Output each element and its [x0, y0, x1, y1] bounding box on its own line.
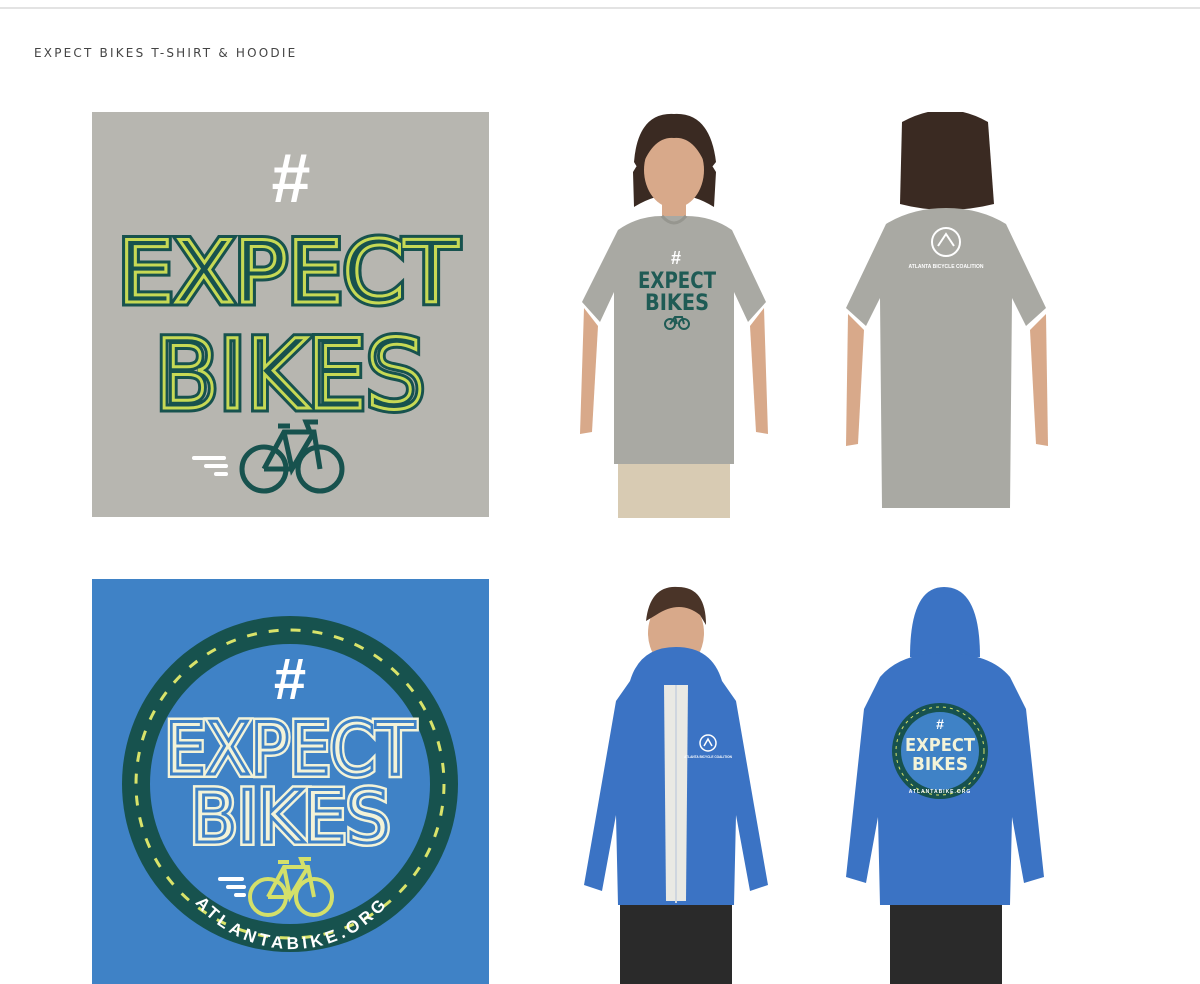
hoodie-bikes-inner: BIKES	[190, 775, 390, 859]
tee-design-artwork: # EXPECT EXPECT BIKES BIKES	[92, 112, 489, 517]
hoodie-back-line2: BIKES	[912, 754, 968, 775]
tee-front-hashtag: #	[671, 248, 681, 268]
hoodie-back-hashtag: #	[936, 716, 944, 732]
tee-bikes-inner: BIKES	[155, 319, 425, 431]
hoodie-front-photo: ATLANTA BICYCLE COALITION	[580, 585, 772, 984]
tee-front-line2: BIKES	[645, 291, 709, 316]
hoodie-back-url: ATLANTABIKE.ORG	[909, 789, 972, 795]
hoodie-back-line1: EXPECT	[905, 735, 976, 756]
page-title: EXPECT BIKES T-SHIRT & HOODIE	[34, 46, 298, 60]
tee-back-logo-text: ATLANTA BICYCLE COALITION	[909, 264, 984, 270]
hoodie-design-artwork: # EXPECT EXPECT BIKES BIKES ATLANTABIKE.…	[92, 579, 489, 984]
tee-front-photo: # EXPECT BIKES	[578, 112, 770, 518]
hoodie-hashtag: #	[274, 647, 306, 712]
hoodie-back-photo: # EXPECT BIKES ATLANTABIKE.ORG	[840, 587, 1050, 984]
hoodie-front-logo-text: ATLANTA BICYCLE COALITION	[684, 755, 732, 759]
tee-expect-inner: EXPECT	[118, 223, 458, 323]
tee-back-photo: ATLANTA BICYCLE COALITION	[842, 112, 1052, 518]
tee-hashtag: #	[272, 139, 311, 217]
top-divider	[0, 7, 1200, 9]
